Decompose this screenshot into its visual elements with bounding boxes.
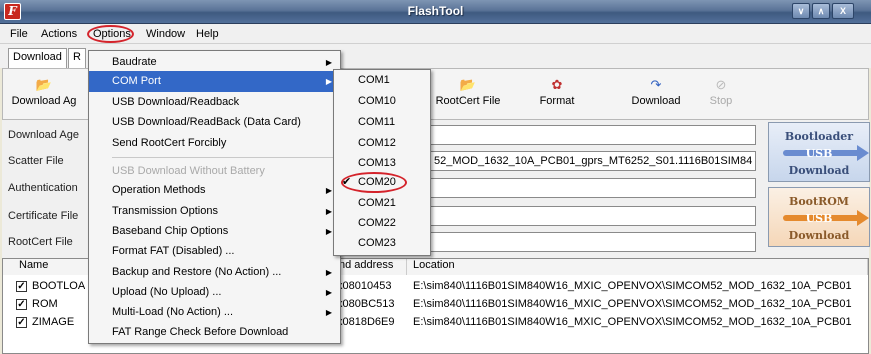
com-item[interactable]: COM22: [334, 213, 430, 234]
checkbox-checked-icon[interactable]: ✓: [16, 299, 27, 310]
submenu-arrow-icon: ▶: [325, 308, 332, 317]
submenu-arrow-icon: ▶: [325, 268, 332, 277]
menu-item-multi-load[interactable]: Multi-Load (No Action) ... ▶: [89, 302, 340, 323]
com-item[interactable]: COM13: [334, 153, 430, 174]
menu-item-backup-and-restore[interactable]: Backup and Restore (No Action) ... ▶: [89, 262, 340, 283]
com20-highlight-circle: [341, 172, 407, 193]
row-end-address: x0818D6E9: [337, 316, 395, 328]
maximize-button[interactable]: ∧: [812, 3, 830, 19]
menu-item-usb-download-readback[interactable]: USB Download/Readback: [89, 92, 340, 113]
download-icon: ↷: [650, 77, 662, 92]
menu-item-operation-methods[interactable]: Operation Methods ▶: [89, 180, 340, 201]
submenu-arrow-icon: ▶: [325, 186, 332, 195]
certificate-file-field[interactable]: [430, 206, 756, 226]
rootcert-file-label: RootCert File: [8, 236, 73, 248]
row-location: E:\sim840\1116B01SIM840W16_MXIC_OPENVOX\…: [413, 316, 852, 328]
minimize-button[interactable]: ∨: [792, 3, 810, 19]
rootcert-file-button[interactable]: 📂 RootCert File: [428, 77, 508, 108]
submenu-arrow-icon: ▶: [325, 58, 332, 67]
download-agent-label: Download Age: [8, 129, 79, 141]
menu-item-upload[interactable]: Upload (No Upload) ... ▶: [89, 282, 340, 303]
scatter-file-label: Scatter File: [8, 155, 64, 167]
folder-open-icon: 📂: [459, 77, 477, 92]
download-agent-button[interactable]: 📂 Download Ag: [4, 77, 84, 108]
bootloader-usb-download-button[interactable]: Bootloader USB Download: [768, 122, 870, 182]
rootcert-file-field[interactable]: [430, 232, 756, 252]
download-agent-field[interactable]: [430, 125, 756, 145]
submenu-arrow-icon: ▶: [325, 288, 332, 297]
row-end-address: x08010453: [337, 280, 392, 292]
row-name: BOOTLOA: [32, 280, 86, 292]
com-item[interactable]: COM23: [334, 233, 430, 254]
column-header-location[interactable]: Location: [407, 259, 868, 275]
menu-item-com-port[interactable]: COM Port ▶: [89, 71, 340, 92]
menu-item-format-fat[interactable]: Format FAT (Disabled) ...: [89, 241, 340, 262]
stop-icon: ⊘: [715, 77, 727, 92]
tab-readback[interactable]: R: [68, 48, 86, 68]
com-item[interactable]: COM12: [334, 133, 430, 154]
close-button[interactable]: X: [832, 3, 854, 19]
window-title: FlashTool: [407, 4, 464, 18]
row-name: ZIMAGE: [32, 316, 75, 328]
checkbox-checked-icon[interactable]: ✓: [16, 317, 27, 328]
menu-window[interactable]: Window: [146, 28, 185, 40]
menu-item-fat-range-check[interactable]: FAT Range Check Before Download: [89, 322, 340, 343]
bootrom-usb-download-button[interactable]: BootROM USB Download: [768, 187, 870, 247]
menu-file[interactable]: File: [10, 28, 28, 40]
menu-item-transmission-options[interactable]: Transmission Options ▶: [89, 201, 340, 222]
authentication-field[interactable]: [430, 178, 756, 198]
menu-item-usb-download-without-battery: USB Download Without Battery: [112, 165, 265, 177]
stop-button[interactable]: ⊘ Stop: [696, 77, 746, 108]
folder-open-icon: 📂: [35, 77, 53, 92]
authentication-label: Authentication: [8, 182, 78, 194]
row-location: E:\sim840\1116B01SIM840W16_MXIC_OPENVOX\…: [413, 298, 852, 310]
com-item[interactable]: COM21: [334, 193, 430, 214]
format-icon: ✿: [551, 77, 563, 92]
options-highlight-circle: [87, 25, 134, 43]
menu-item-usb-download-readback-data-card[interactable]: USB Download/ReadBack (Data Card): [89, 112, 340, 133]
menu-item-baudrate[interactable]: Baudrate ▶: [89, 52, 340, 73]
menu-separator: [112, 157, 338, 158]
format-button[interactable]: ✿ Format: [517, 77, 597, 108]
submenu-arrow-icon: ▶: [325, 207, 332, 216]
download-button[interactable]: ↷ Download: [616, 77, 696, 108]
checkbox-checked-icon[interactable]: ✓: [16, 281, 27, 292]
column-header-end-address[interactable]: nd address: [333, 259, 407, 275]
com-item[interactable]: COM11: [334, 112, 430, 133]
menu-actions[interactable]: Actions: [41, 28, 77, 40]
certificate-file-label: Certificate File: [8, 210, 79, 222]
submenu-arrow-icon: ▶: [325, 77, 332, 86]
row-end-address: x080BC513: [337, 298, 395, 310]
com-item[interactable]: COM10: [334, 91, 430, 112]
submenu-arrow-icon: ▶: [325, 227, 332, 236]
scatter-file-field[interactable]: 52_MOD_1632_10A_PCB01_gprs_MT6252_S01.11…: [430, 151, 756, 171]
tab-download[interactable]: Download: [8, 48, 67, 68]
menu-help[interactable]: Help: [196, 28, 219, 40]
row-location: E:\sim840\1116B01SIM840W16_MXIC_OPENVOX\…: [413, 280, 852, 292]
menu-item-baseband-chip-options[interactable]: Baseband Chip Options ▶: [89, 221, 340, 242]
row-name: ROM: [32, 298, 58, 310]
menu-item-send-rootcert-forcibly[interactable]: Send RootCert Forcibly: [89, 133, 340, 154]
com-item[interactable]: COM1: [334, 70, 430, 91]
